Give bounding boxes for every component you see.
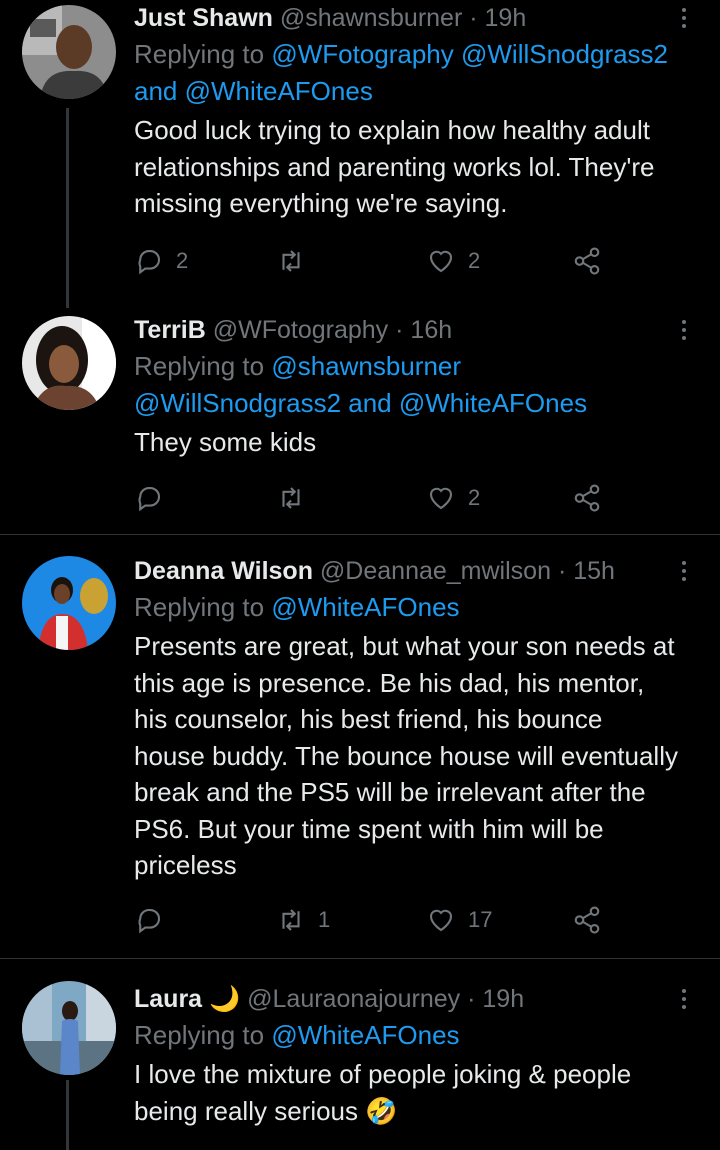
tweet-text: I love the mixture of people joking & pe… — [134, 1056, 680, 1129]
replying-to: Replying to @WFotography @WillSnodgrass2… — [134, 36, 680, 110]
reply-count: 2 — [176, 248, 189, 273]
laughing-emoji: 🤣 — [365, 1095, 398, 1126]
timestamp[interactable]: · 19h — [469, 4, 526, 32]
reply-button[interactable] — [134, 902, 176, 938]
mention[interactable]: @WFotography @WillSnodgrass2 — [271, 39, 668, 69]
reply-button[interactable]: 2 — [134, 243, 188, 279]
share-button[interactable] — [572, 243, 602, 279]
like-button[interactable]: 2 — [426, 480, 480, 516]
replying-to-label: Replying to — [134, 1020, 272, 1050]
display-name[interactable]: Just Shawn — [134, 4, 273, 32]
like-button[interactable]: 2 — [426, 243, 480, 279]
tweet-actions: 1 17 — [134, 902, 614, 938]
like-icon — [429, 250, 453, 273]
tweet-header: Just Shawn @shawnsburner · 19h — [134, 0, 680, 36]
like-count: 2 — [468, 248, 481, 273]
replying-to: Replying to @shawnsburner @WillSnodgrass… — [134, 348, 680, 422]
replying-to-label: Replying to — [134, 592, 272, 622]
replying-to-and: and — [134, 76, 185, 106]
share-button[interactable] — [572, 902, 602, 938]
display-name[interactable]: Laura — [134, 985, 202, 1013]
tweet-actions: 2 2 — [134, 243, 614, 279]
retweet-count: 1 — [318, 907, 331, 932]
replying-to: Replying to @WhiteAFOnes — [134, 1017, 680, 1054]
tweet-divider — [0, 958, 720, 959]
like-count: 2 — [468, 485, 481, 510]
avatar[interactable] — [22, 316, 116, 410]
replying-to-label: Replying to — [134, 39, 272, 69]
reply-icon — [138, 249, 161, 275]
more-icon[interactable] — [674, 981, 694, 1017]
timestamp[interactable]: · 16h — [395, 316, 452, 344]
display-name[interactable]: TerriB — [134, 316, 206, 344]
tweet-3[interactable]: Deanna Wilson @Deannae_mwilson · 15h Rep… — [0, 553, 720, 953]
replying-to: Replying to @WhiteAFOnes — [134, 589, 680, 626]
tweet-header: Deanna Wilson @Deannae_mwilson · 15h — [134, 553, 680, 589]
tweet-header: Laura 🌙 @Lauraonajourney · 19h — [134, 981, 680, 1017]
retweet-button[interactable]: 1 — [276, 902, 330, 938]
display-name[interactable]: Deanna Wilson — [134, 557, 313, 585]
tweet-2[interactable]: TerriB @WFotography · 16h Replying to @s… — [0, 312, 720, 534]
tweet-text: Good luck trying to explain how healthy … — [134, 115, 655, 218]
handle[interactable]: @Lauraonajourney — [247, 985, 460, 1013]
more-icon[interactable] — [674, 312, 694, 348]
more-icon[interactable] — [674, 553, 694, 589]
replying-to-label: Replying to — [134, 351, 272, 381]
retweet-button[interactable] — [276, 243, 318, 279]
tweet-divider — [0, 534, 720, 535]
avatar[interactable] — [22, 556, 116, 650]
mention[interactable]: @WillSnodgrass2 — [134, 388, 341, 418]
mention[interactable]: @WhiteAFOnes — [185, 76, 373, 106]
handle[interactable]: @shawnsburner — [280, 4, 462, 32]
like-button[interactable]: 17 — [426, 902, 492, 938]
mention[interactable]: @shawnsburner — [271, 351, 461, 381]
reply-button[interactable] — [134, 480, 176, 516]
tweet-1[interactable]: Just Shawn @shawnsburner · 19h Replying … — [0, 0, 720, 300]
mention[interactable]: @WhiteAFOnes — [399, 388, 587, 418]
mention[interactable]: @WhiteAFOnes — [271, 592, 459, 622]
reply-icon — [138, 908, 161, 934]
tweet-text: Presents are great, but what your son ne… — [134, 631, 678, 880]
share-button[interactable] — [572, 480, 602, 516]
like-icon — [429, 909, 453, 932]
avatar[interactable] — [22, 5, 116, 99]
retweet-icon — [282, 250, 300, 272]
like-count: 17 — [468, 907, 493, 932]
retweet-icon — [282, 487, 300, 509]
more-icon[interactable] — [674, 0, 694, 36]
timestamp[interactable]: · 19h — [467, 985, 524, 1013]
handle[interactable]: @WFotography — [213, 316, 388, 344]
tweet-text: They some kids — [134, 427, 317, 457]
reply-icon — [138, 486, 161, 512]
retweet-icon — [282, 909, 300, 931]
tweet-actions: 2 — [134, 480, 614, 516]
replying-to-and: and — [341, 388, 399, 418]
tweet-4[interactable]: Laura 🌙 @Lauraonajourney · 19h Replying … — [0, 981, 720, 1150]
mention[interactable]: @WhiteAFOnes — [271, 1020, 459, 1050]
share-icon — [574, 484, 600, 512]
handle[interactable]: @Deannae_mwilson — [320, 557, 551, 585]
retweet-button[interactable] — [276, 480, 318, 516]
tweet-header: TerriB @WFotography · 16h — [134, 312, 680, 348]
share-icon — [574, 906, 600, 934]
avatar[interactable] — [22, 981, 116, 1075]
timestamp[interactable]: · 15h — [558, 557, 615, 585]
like-icon — [429, 487, 453, 510]
share-icon — [574, 247, 600, 275]
moon-emoji: 🌙 — [209, 985, 241, 1013]
